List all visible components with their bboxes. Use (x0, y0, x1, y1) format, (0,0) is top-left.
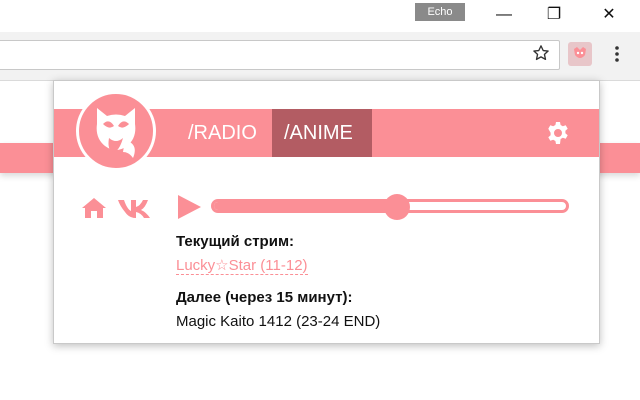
next-stream-label: Далее (через 15 минут): (176, 289, 353, 306)
home-icon[interactable] (81, 197, 107, 219)
profile-badge[interactable]: Echo (415, 3, 465, 21)
menu-icon[interactable] (612, 44, 622, 64)
vk-icon[interactable] (117, 197, 151, 219)
restore-button[interactable]: ❐ (539, 4, 569, 26)
close-button[interactable]: ✕ (594, 4, 624, 26)
address-bar[interactable] (0, 40, 560, 70)
tab-radio[interactable]: /RADIO (176, 109, 272, 157)
slider-fill (214, 202, 398, 210)
tab-anime[interactable]: /ANIME (272, 109, 372, 157)
star-icon[interactable] (532, 44, 550, 62)
minimize-button[interactable]: — (489, 4, 519, 26)
fox-logo-icon (76, 91, 156, 171)
next-stream-title: Magic Kaito 1412 (23-24 END) (176, 313, 381, 330)
current-stream-label: Текущий стрим: (176, 233, 295, 250)
play-icon[interactable] (175, 193, 203, 221)
browser-titlebar: Echo — ❐ ✕ (0, 0, 640, 32)
current-stream-link[interactable]: Lucky☆Star (11-12) (176, 257, 308, 275)
extension-popup: /RADIO /ANIME Текущий стрим: Lucky☆Star … (53, 80, 600, 344)
gear-icon[interactable] (546, 121, 570, 145)
slider-thumb[interactable] (384, 194, 411, 220)
extension-icon[interactable] (568, 42, 592, 66)
